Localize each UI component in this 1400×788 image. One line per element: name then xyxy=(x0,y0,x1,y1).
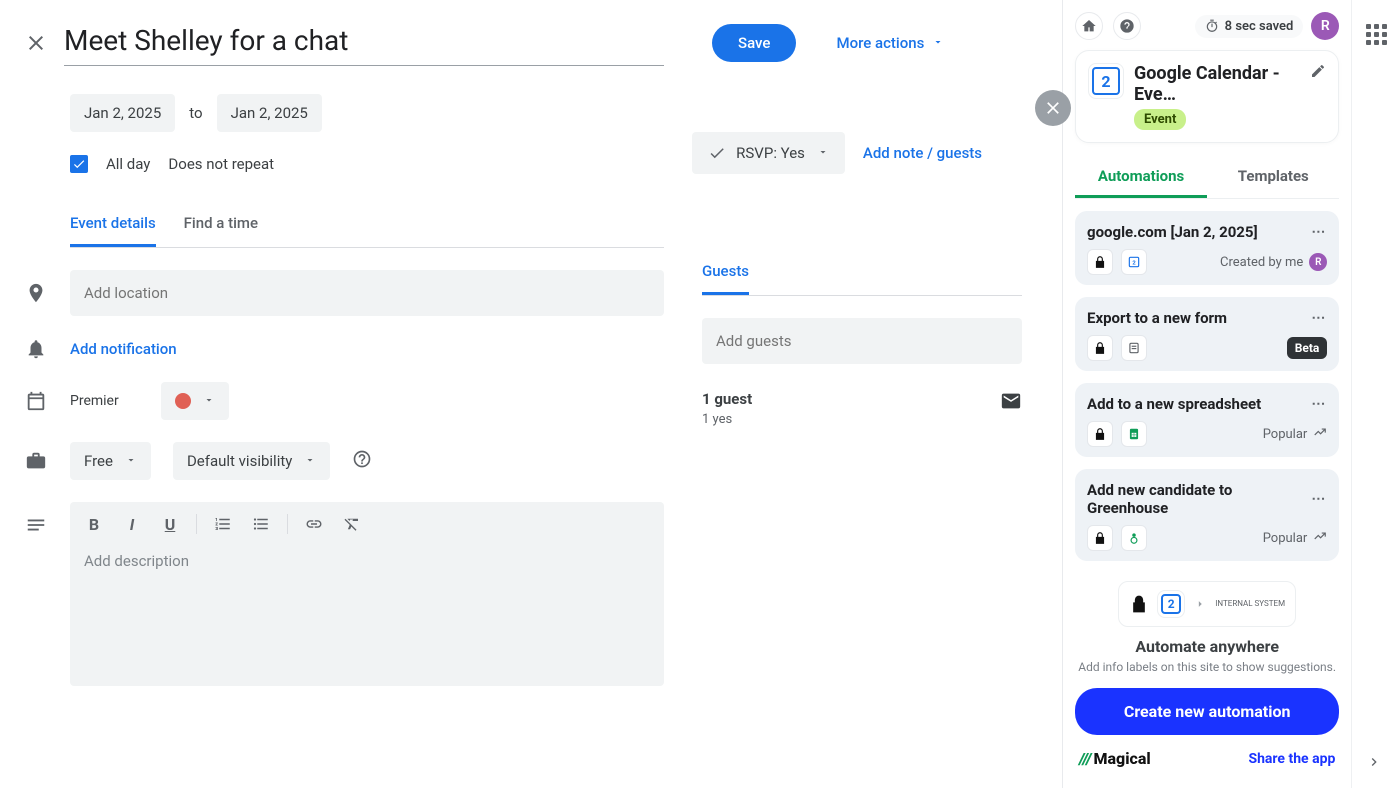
help-icon[interactable] xyxy=(352,449,372,473)
caret-down-icon xyxy=(203,392,215,410)
card-menu-icon[interactable]: ⋯ xyxy=(1311,310,1327,326)
creator-avatar: R xyxy=(1309,253,1327,271)
more-actions-dropdown[interactable]: More actions xyxy=(836,34,944,52)
time-saved-label: 8 sec saved xyxy=(1225,19,1294,34)
email-guests-button[interactable] xyxy=(1000,390,1022,427)
automation-meta: Created by me xyxy=(1220,255,1303,270)
automation-card[interactable]: Add to a new spreadsheet ⋯ Popular xyxy=(1075,383,1339,457)
panel-title: Google Calendar - Eve… xyxy=(1134,63,1300,105)
magical-icon xyxy=(1087,525,1113,551)
caret-down-icon xyxy=(304,452,316,470)
tab-event-details[interactable]: Event details xyxy=(70,214,156,247)
automation-meta: Popular xyxy=(1263,427,1308,442)
automation-title: Export to a new form xyxy=(1087,309,1227,327)
underline-button[interactable]: U xyxy=(158,512,182,536)
internal-system-label: INTERNAL SYSTEM xyxy=(1215,600,1285,608)
card-menu-icon[interactable]: ⋯ xyxy=(1311,491,1327,507)
caret-down-icon xyxy=(817,144,829,162)
allday-label: All day xyxy=(106,155,150,173)
location-icon xyxy=(24,282,48,304)
time-saved-chip: 8 sec saved xyxy=(1195,15,1304,38)
tab-find-a-time[interactable]: Find a time xyxy=(184,214,258,247)
location-input[interactable] xyxy=(70,270,664,316)
caret-down-icon xyxy=(125,452,137,470)
rsvp-dropdown[interactable]: RSVP: Yes xyxy=(692,132,845,174)
share-app-link[interactable]: Share the app xyxy=(1248,751,1335,767)
beta-badge: Beta xyxy=(1287,337,1328,359)
automation-title: google.com [Jan 2, 2025] xyxy=(1087,223,1258,241)
color-dot-icon xyxy=(175,393,191,409)
event-color-selector[interactable] xyxy=(161,382,229,420)
panel-close-button[interactable] xyxy=(1035,90,1071,126)
save-button[interactable]: Save xyxy=(712,24,796,62)
availability-selector[interactable]: Free xyxy=(70,442,151,480)
event-type-badge: Event xyxy=(1134,109,1186,130)
description-textarea[interactable]: Add description xyxy=(70,546,664,686)
bold-button[interactable]: B xyxy=(82,512,106,536)
numbered-list-button[interactable] xyxy=(211,512,235,536)
availability-label: Free xyxy=(84,452,113,470)
to-label: to xyxy=(189,104,202,122)
create-automation-button[interactable]: Create new automation xyxy=(1075,688,1339,735)
card-menu-icon[interactable]: ⋯ xyxy=(1311,224,1327,240)
magical-icon xyxy=(1087,335,1113,361)
repeat-selector[interactable]: Does not repeat xyxy=(168,155,274,173)
magical-logo: ///Magical xyxy=(1079,749,1151,768)
visibility-selector[interactable]: Default visibility xyxy=(173,442,330,480)
magical-icon xyxy=(1087,249,1113,275)
close-icon[interactable] xyxy=(24,31,48,55)
anywhere-description: Add info labels on this site to show sug… xyxy=(1075,660,1339,674)
calendar-icon xyxy=(24,390,48,412)
description-icon xyxy=(24,514,48,536)
panel-help-button[interactable] xyxy=(1113,12,1141,40)
visibility-label: Default visibility xyxy=(187,452,292,470)
bulleted-list-button[interactable] xyxy=(249,512,273,536)
briefcase-icon xyxy=(24,450,48,472)
chevron-right-icon[interactable] xyxy=(1366,754,1382,774)
start-date-picker[interactable]: Jan 2, 2025 xyxy=(70,94,175,132)
add-note-guests-link[interactable]: Add note / guests xyxy=(863,144,982,162)
more-actions-label: More actions xyxy=(836,34,924,52)
guest-count-label: 1 guest xyxy=(702,390,752,408)
insert-link-button[interactable] xyxy=(302,512,326,536)
add-notification-link[interactable]: Add notification xyxy=(70,340,177,358)
anywhere-title: Automate anywhere xyxy=(1075,637,1339,656)
guest-yes-label: 1 yes xyxy=(702,412,752,427)
panel-tab-automations[interactable]: Automations xyxy=(1075,157,1207,198)
automation-meta: Popular xyxy=(1263,531,1308,546)
trend-up-icon xyxy=(1313,425,1327,443)
allday-checkbox[interactable] xyxy=(70,155,88,173)
automation-card[interactable]: google.com [Jan 2, 2025] ⋯ 2 Created by … xyxy=(1075,211,1339,285)
google-calendar-icon: 2 xyxy=(1121,249,1147,275)
card-menu-icon[interactable]: ⋯ xyxy=(1311,396,1327,412)
notification-icon xyxy=(24,338,48,360)
rsvp-label: RSVP: Yes xyxy=(736,144,805,162)
separator xyxy=(287,514,288,534)
panel-tab-templates[interactable]: Templates xyxy=(1207,157,1339,198)
end-date-picker[interactable]: Jan 2, 2025 xyxy=(217,94,322,132)
greenhouse-icon xyxy=(1121,525,1147,551)
automation-card[interactable]: Add new candidate to Greenhouse ⋯ Popula… xyxy=(1075,469,1339,561)
event-title-input[interactable] xyxy=(64,20,664,66)
separator xyxy=(196,514,197,534)
add-guests-input[interactable] xyxy=(702,318,1022,364)
google-calendar-icon: 2 xyxy=(1088,63,1124,99)
calendar-name-label: Premier xyxy=(70,393,119,409)
form-icon xyxy=(1121,335,1147,361)
italic-button[interactable]: I xyxy=(120,512,144,536)
google-apps-button[interactable] xyxy=(1366,24,1387,45)
anywhere-illustration: 2 INTERNAL SYSTEM xyxy=(1118,581,1296,627)
automation-title: Add new candidate to Greenhouse xyxy=(1087,481,1311,517)
panel-home-button[interactable] xyxy=(1075,12,1103,40)
magical-icon xyxy=(1087,421,1113,447)
user-avatar[interactable]: R xyxy=(1311,12,1339,40)
edit-icon[interactable] xyxy=(1310,63,1326,83)
automation-card[interactable]: Export to a new form ⋯ Beta xyxy=(1075,297,1339,371)
caret-down-icon xyxy=(932,34,944,52)
google-sheets-icon xyxy=(1121,421,1147,447)
clear-formatting-button[interactable] xyxy=(340,512,364,536)
tab-guests[interactable]: Guests xyxy=(702,262,749,295)
automation-title: Add to a new spreadsheet xyxy=(1087,395,1261,413)
trend-up-icon xyxy=(1313,529,1327,547)
